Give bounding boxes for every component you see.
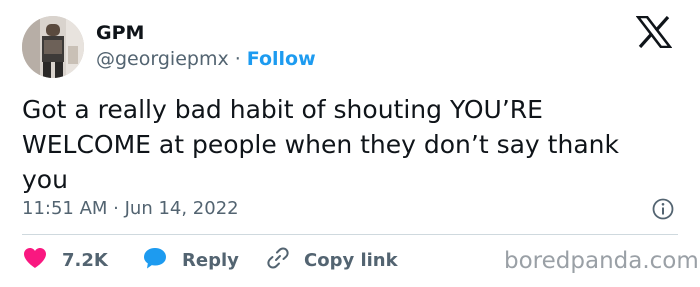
watermark: boredpanda.com [504,248,699,274]
copy-link-button[interactable]: Copy link [266,246,398,274]
reply-label: Reply [182,249,239,271]
like-count: 7.2K [62,249,108,271]
x-logo-icon[interactable] [635,15,673,49]
author-handle[interactable]: @georgiepmx [96,48,229,70]
divider [22,234,678,235]
info-icon[interactable] [652,198,674,220]
reply-button[interactable]: Reply [142,246,239,274]
author-line: @georgiepmx · Follow [96,48,316,70]
follow-button[interactable]: Follow [247,48,316,70]
heart-icon [22,246,48,274]
speech-bubble-icon [142,246,168,274]
link-icon [266,246,290,274]
tweet-card: GPM @georgiepmx · Follow Got a really bad … [0,0,700,287]
author-name[interactable]: GPM [96,22,144,44]
timestamp[interactable]: 11:51 AM · Jun 14, 2022 [22,198,239,219]
tweet-text: Got a really bad habit of shouting YOU’R… [22,95,619,194]
like-button[interactable]: 7.2K [22,246,108,274]
avatar-photo [22,16,84,78]
separator: · [234,48,241,70]
copy-link-label: Copy link [304,249,398,271]
avatar[interactable] [22,16,84,78]
